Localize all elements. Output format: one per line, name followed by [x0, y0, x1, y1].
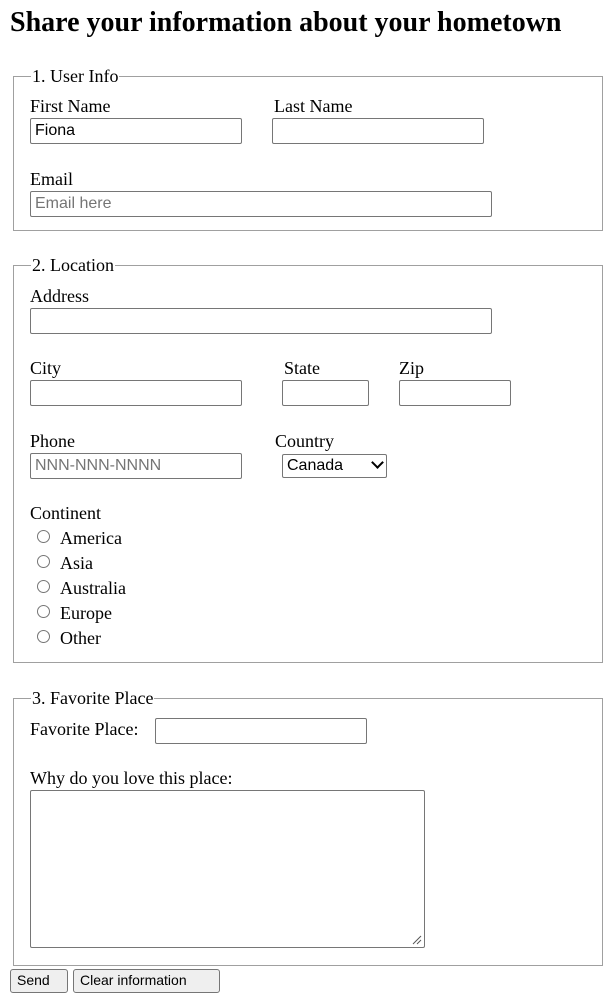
last-name-label: Last Name — [274, 96, 353, 116]
why-love-label: Why do you love this place: — [30, 768, 233, 788]
country-selected-value: Canada — [287, 457, 344, 474]
send-button[interactable]: Send — [10, 969, 68, 993]
resize-grip-icon[interactable] — [412, 935, 422, 945]
clear-information-button[interactable]: Clear information — [73, 969, 220, 993]
radio-other[interactable] — [37, 630, 50, 643]
city-label: City — [30, 358, 62, 378]
email-label: Email — [30, 169, 73, 189]
favorite-place-input[interactable] — [155, 718, 367, 744]
favorite-place-legend: 3. Favorite Place — [31, 688, 155, 708]
email-input[interactable] — [30, 191, 492, 217]
radio-america[interactable] — [37, 530, 50, 543]
phone-input[interactable] — [30, 453, 242, 479]
radio-australia[interactable] — [37, 580, 50, 593]
state-label: State — [284, 358, 320, 378]
chevron-down-icon — [371, 456, 384, 469]
first-name-input[interactable] — [30, 118, 242, 144]
continent-option-label: Australia — [60, 578, 126, 598]
continent-option-label: Europe — [60, 603, 112, 623]
address-label: Address — [30, 286, 89, 306]
country-label: Country — [275, 431, 335, 451]
zip-input[interactable] — [399, 380, 511, 406]
radio-asia[interactable] — [37, 555, 50, 568]
location-legend: 2. Location — [31, 255, 115, 275]
state-input[interactable] — [282, 380, 369, 406]
zip-label: Zip — [399, 358, 424, 378]
page-title: Share your information about your hometo… — [10, 7, 562, 38]
continent-option-label: Other — [60, 628, 101, 648]
radio-europe[interactable] — [37, 605, 50, 618]
continent-option-label: America — [60, 528, 122, 548]
address-input[interactable] — [30, 308, 492, 334]
why-love-textarea[interactable] — [30, 790, 425, 948]
country-select[interactable]: Canada — [282, 454, 387, 478]
continent-label: Continent — [30, 503, 101, 523]
user-info-legend: 1. User Info — [31, 66, 120, 86]
last-name-input[interactable] — [272, 118, 484, 144]
favorite-place-label: Favorite Place: — [30, 719, 139, 739]
phone-label: Phone — [30, 431, 75, 451]
first-name-label: First Name — [30, 96, 111, 116]
city-input[interactable] — [30, 380, 242, 406]
continent-option-label: Asia — [60, 553, 93, 573]
